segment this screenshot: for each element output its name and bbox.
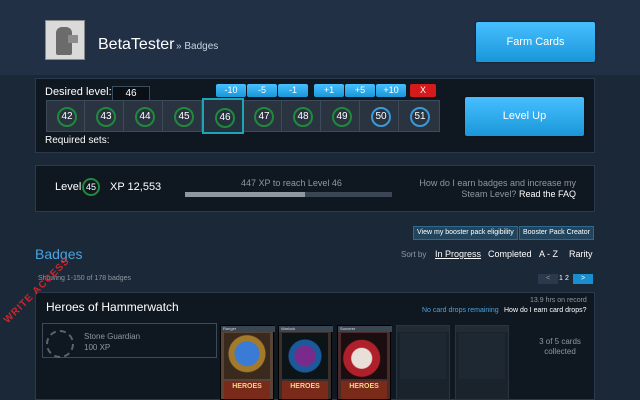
cards-collected: 3 of 5 cards collected	[539, 337, 581, 356]
level-cell-46-selected[interactable]: 46	[202, 98, 244, 134]
level-badge: 50	[371, 107, 391, 127]
booster-creator-button[interactable]: Booster Pack Creator	[519, 226, 594, 240]
farm-cards-button[interactable]: Farm Cards	[476, 22, 595, 62]
sorcerer-art-icon	[341, 333, 387, 379]
trading-card-4-missing[interactable]	[396, 325, 450, 400]
how-card-drops-link[interactable]: How do I earn card drops?	[504, 307, 587, 314]
faq-link[interactable]: Read the FAQ	[519, 189, 576, 199]
breadcrumb[interactable]: » Badges	[176, 41, 218, 52]
level-up-button[interactable]: Level Up	[465, 97, 584, 136]
level-cell-49[interactable]: 49	[322, 101, 360, 131]
sort-rarity[interactable]: Rarity	[569, 249, 593, 259]
trading-card-3[interactable]: Sorcerer HEROES	[337, 325, 392, 400]
card-logo-band: HEROES	[282, 381, 328, 399]
plus-10-button[interactable]: +10	[376, 84, 406, 97]
required-sets-label: Required sets:	[45, 135, 110, 146]
level-cell-42[interactable]: 42	[47, 101, 85, 131]
minus-10-button[interactable]: -10	[216, 84, 246, 97]
card-label: Sorcerer	[338, 326, 392, 332]
level-cell-45[interactable]: 45	[164, 101, 202, 131]
avatar[interactable]	[45, 20, 85, 60]
prev-page-button[interactable]: <	[538, 274, 558, 284]
level-badge: 42	[57, 107, 77, 127]
card-logo-band: HEROES	[341, 381, 387, 399]
page-2[interactable]: 2	[564, 274, 570, 284]
xp-to-next-level: 447 XP to reach Level 46	[241, 178, 342, 188]
level-badge: 45	[174, 107, 194, 127]
xp-total: XP 12,553	[110, 181, 162, 193]
no-drops-remaining: No card drops remaining	[422, 307, 499, 314]
warlock-art-icon	[282, 333, 328, 379]
trading-card-5-missing[interactable]	[455, 325, 509, 400]
plus-1-button[interactable]: +1	[314, 84, 344, 97]
knight-art-icon	[224, 333, 270, 379]
level-cell-47[interactable]: 47	[244, 101, 282, 131]
level-label: Level	[55, 181, 82, 193]
card-label: Warlock	[279, 326, 333, 332]
level-badge: 51	[410, 107, 430, 127]
booster-eligibility-button[interactable]: View my booster pack eligibility	[413, 226, 518, 240]
faq-question: How do I earn badges and increase my Ste…	[419, 178, 576, 199]
level-cell-50[interactable]: 50	[361, 101, 399, 131]
desired-level-label: Desired level:	[45, 86, 112, 98]
level-badge: 47	[254, 107, 274, 127]
game-title[interactable]: Heroes of Hammerwatch	[46, 300, 179, 314]
username[interactable]: BetaTester	[98, 36, 174, 54]
level-cell-51[interactable]: 51	[400, 101, 438, 131]
level-badge: 49	[332, 107, 352, 127]
minus-1-button[interactable]: -1	[278, 84, 308, 97]
badge-placeholder-icon	[46, 330, 74, 358]
card-art-placeholder	[400, 333, 446, 379]
xp-progress-fill	[185, 192, 306, 197]
sort-in-progress[interactable]: In Progress	[435, 249, 481, 259]
badge-name-xp: Stone Guardian 100 XP	[84, 332, 141, 352]
card-logo-band: HEROES	[224, 381, 270, 399]
desired-level-input[interactable]: 46	[112, 86, 150, 101]
card-art-placeholder	[459, 333, 505, 379]
level-cell-48[interactable]: 48	[283, 101, 321, 131]
level-badge: 48	[293, 107, 313, 127]
sort-by-label: Sort by	[401, 250, 427, 259]
card-label	[397, 326, 449, 332]
hours-on-record: 13.9 hrs on record	[530, 297, 587, 304]
card-label	[456, 326, 508, 332]
level-badge: 43	[96, 107, 116, 127]
sort-completed[interactable]: Completed	[488, 249, 532, 259]
current-level-badge: 45	[82, 178, 100, 196]
sort-a-z[interactable]: A - Z	[539, 249, 558, 259]
trading-card-1[interactable]: Ranger HEROES	[220, 325, 275, 400]
reset-button[interactable]: X	[410, 84, 436, 97]
level-badge: 44	[135, 107, 155, 127]
plus-5-button[interactable]: +5	[345, 84, 375, 97]
next-page-button[interactable]: >	[573, 274, 593, 284]
level-cell-43[interactable]: 43	[86, 101, 124, 131]
level-cell-44[interactable]: 44	[125, 101, 163, 131]
minus-5-button[interactable]: -5	[247, 84, 277, 97]
card-label: Ranger	[221, 326, 275, 332]
trading-card-2[interactable]: Warlock HEROES	[278, 325, 333, 400]
xp-progress-bar	[185, 192, 392, 197]
level-badge: 46	[215, 108, 235, 128]
